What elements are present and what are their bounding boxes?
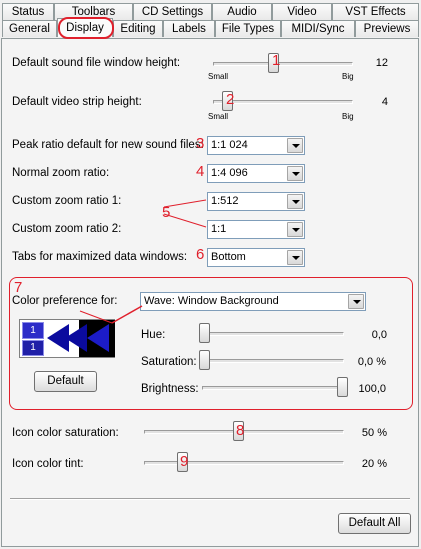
tabs-maximized-label: Tabs for maximized data windows: xyxy=(12,251,188,263)
preview-marker-2: 1 xyxy=(22,340,44,356)
preview-marker-1: 1 xyxy=(22,322,44,339)
color-preference-value: Wave: Window Background xyxy=(144,295,279,307)
sound-window-height-label: Default sound file window height: xyxy=(12,57,181,69)
brightness-track[interactable] xyxy=(202,386,344,390)
icon-tint-track[interactable] xyxy=(144,461,344,465)
annotation-1: 1 xyxy=(272,52,281,69)
display-panel: Default sound file window height: Small … xyxy=(1,38,419,547)
sound-window-height-track[interactable] xyxy=(213,62,353,66)
tabs-maximized-value: Bottom xyxy=(211,251,246,263)
annotation-7: 7 xyxy=(14,279,23,296)
color-preference-select[interactable]: Wave: Window Background xyxy=(140,292,366,311)
video-strip-height-value: 4 xyxy=(381,96,388,108)
annotation-2: 2 xyxy=(226,91,235,108)
chevron-down-icon[interactable] xyxy=(287,250,303,265)
annotation-3: 3 xyxy=(196,135,205,152)
bottom-separator xyxy=(10,498,410,500)
video-strip-min-label: Small xyxy=(208,112,229,121)
icon-tint-label: Icon color tint: xyxy=(12,458,84,470)
icon-saturation-label: Icon color saturation: xyxy=(12,427,119,439)
default-all-button[interactable]: Default All xyxy=(338,513,411,534)
color-preview: 1 1 xyxy=(19,319,115,358)
custom-zoom-1-label: Custom zoom ratio 1: xyxy=(12,195,122,207)
annotation-6: 6 xyxy=(196,246,205,263)
normal-zoom-value: 1:4 096 xyxy=(211,167,248,179)
sound-window-max-label: Big xyxy=(342,72,354,81)
brightness-slider[interactable] xyxy=(337,377,348,397)
sound-window-min-label: Small xyxy=(208,72,229,81)
display-tab-highlight xyxy=(58,17,114,39)
hue-track[interactable] xyxy=(202,332,344,336)
tab-previews[interactable]: Previews xyxy=(355,20,419,37)
tabs-maximized-select[interactable]: Bottom xyxy=(207,248,305,267)
tab-editing[interactable]: Editing xyxy=(113,20,163,37)
saturation-label: Saturation: xyxy=(141,356,197,368)
annotation-9: 9 xyxy=(180,453,189,470)
waveform-preview-icon xyxy=(47,320,115,357)
chevron-down-icon[interactable] xyxy=(287,138,303,153)
chevron-down-icon[interactable] xyxy=(287,222,303,237)
tab-midi-sync[interactable]: MIDI/Sync xyxy=(281,20,355,37)
video-strip-max-label: Big xyxy=(342,112,354,121)
custom-zoom-1-value: 1:512 xyxy=(211,195,239,207)
saturation-slider[interactable] xyxy=(199,350,210,370)
tab-audio[interactable]: Audio xyxy=(212,3,272,20)
tab-status[interactable]: Status xyxy=(2,3,54,20)
icon-tint-value: 20 % xyxy=(361,458,387,470)
brightness-value: 100,0 xyxy=(358,383,386,395)
tab-video[interactable]: Video xyxy=(272,3,332,20)
custom-zoom-2-select[interactable]: 1:1 xyxy=(207,220,305,239)
brightness-label: Brightness: xyxy=(141,383,199,395)
normal-zoom-select[interactable]: 1:4 096 xyxy=(207,164,305,183)
sound-window-height-value: 12 xyxy=(375,57,388,69)
tab-vst-effects[interactable]: VST Effects xyxy=(332,3,419,20)
chevron-down-icon[interactable] xyxy=(348,294,364,309)
hue-label: Hue: xyxy=(141,329,166,341)
annotation-4: 4 xyxy=(196,163,205,180)
icon-saturation-value: 50 % xyxy=(361,427,387,439)
chevron-down-icon[interactable] xyxy=(287,166,303,181)
color-preference-label: Color preference for: xyxy=(12,295,118,307)
normal-zoom-label: Normal zoom ratio: xyxy=(12,167,110,179)
peak-ratio-label: Peak ratio default for new sound files: xyxy=(12,139,204,151)
peak-ratio-value: 1:1 024 xyxy=(211,139,248,151)
hue-value: 0,0 xyxy=(371,329,387,341)
tab-labels[interactable]: Labels xyxy=(163,20,215,37)
saturation-track[interactable] xyxy=(202,359,344,363)
default-color-button[interactable]: Default xyxy=(34,371,97,392)
annotation-8: 8 xyxy=(236,422,245,439)
hue-slider[interactable] xyxy=(199,323,210,343)
tab-general[interactable]: General xyxy=(2,20,57,37)
custom-zoom-2-label: Custom zoom ratio 2: xyxy=(12,223,122,235)
annotation-5: 5 xyxy=(162,204,171,221)
saturation-value: 0,0 % xyxy=(357,356,386,368)
custom-zoom-1-select[interactable]: 1:512 xyxy=(207,192,305,211)
tab-cd-settings[interactable]: CD Settings xyxy=(133,3,212,20)
video-strip-height-label: Default video strip height: xyxy=(12,96,142,108)
chevron-down-icon[interactable] xyxy=(287,194,303,209)
tab-file-types[interactable]: File Types xyxy=(215,20,281,37)
custom-zoom-2-value: 1:1 xyxy=(211,223,227,235)
peak-ratio-select[interactable]: 1:1 024 xyxy=(207,136,305,155)
